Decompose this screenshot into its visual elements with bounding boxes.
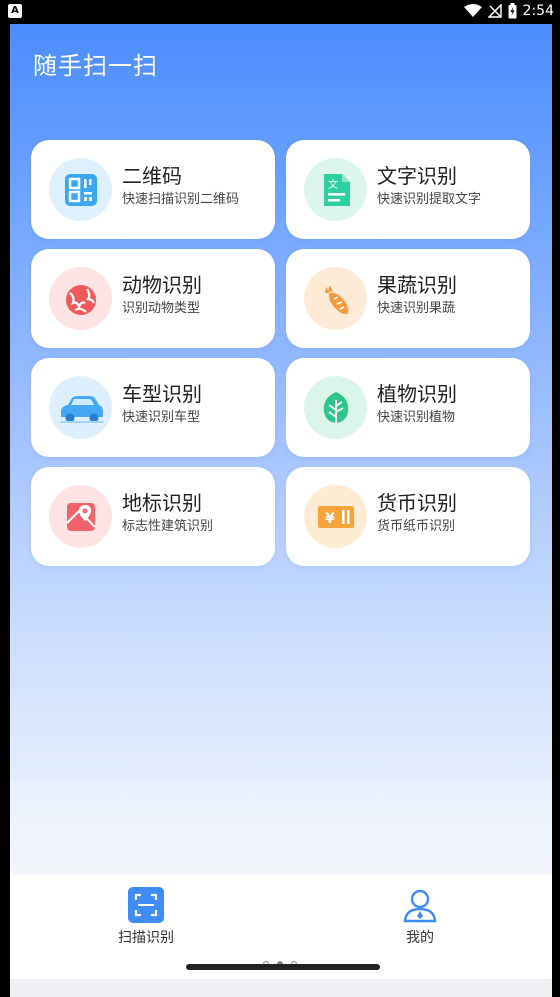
card-subtitle: 快速扫描识别二维码 — [122, 192, 240, 207]
card-subtitle: 快速识别车型 — [122, 410, 201, 425]
tab-scan[interactable]: 扫描识别 — [86, 887, 206, 947]
card-car-recognition[interactable]: 车型识别 快速识别车型 — [31, 358, 275, 457]
card-subtitle: 快速识别提取文字 — [377, 192, 482, 207]
card-text-recognition[interactable]: 文 文字识别 快速识别提取文字 — [286, 140, 530, 239]
map-pin-icon — [49, 485, 112, 548]
svg-text:文: 文 — [328, 178, 338, 191]
signal-icon — [487, 4, 502, 18]
content-footer-band — [10, 780, 552, 875]
card-plant-recognition[interactable]: 植物识别 快速识别植物 — [286, 358, 530, 457]
card-subtitle: 快速识别果蔬 — [377, 301, 456, 316]
card-title: 植物识别 — [377, 382, 457, 406]
feature-grid: 二维码 快速扫描识别二维码 文 文字识别 快速识别提取文字 动物识别 识别动物类… — [31, 140, 531, 566]
gesture-area — [10, 979, 552, 997]
tab-mine[interactable]: 我的 — [360, 887, 480, 947]
status-bar: A 2:54 — [0, 0, 560, 24]
card-subtitle: 快速识别植物 — [377, 410, 456, 425]
user-icon — [403, 889, 437, 923]
page-title: 随手扫一扫 — [33, 52, 158, 80]
card-landmark-recognition[interactable]: 地标识别 标志性建筑识别 — [31, 467, 275, 566]
card-currency-recognition[interactable]: ¥ 货币识别 货币纸币识别 — [286, 467, 530, 566]
card-title: 果蔬识别 — [377, 273, 457, 297]
card-title: 车型识别 — [122, 382, 202, 406]
card-fruit-vegetable-recognition[interactable]: 果蔬识别 快速识别果蔬 — [286, 249, 530, 348]
leaf-icon — [304, 376, 367, 439]
battery-icon — [508, 3, 517, 19]
card-qr-code[interactable]: 二维码 快速扫描识别二维码 — [31, 140, 275, 239]
currency-icon: ¥ — [304, 485, 367, 548]
card-title: 货币识别 — [377, 491, 457, 515]
card-title: 二维码 — [122, 164, 182, 188]
document-text-icon: 文 — [304, 158, 367, 221]
animal-icon — [49, 267, 112, 330]
home-indicator[interactable] — [186, 964, 380, 970]
tab-scan-label: 扫描识别 — [118, 930, 174, 946]
clock: 2:54 — [522, 3, 554, 19]
tab-mine-label: 我的 — [406, 930, 434, 946]
card-title: 地标识别 — [122, 491, 202, 515]
wifi-icon — [463, 4, 482, 17]
car-icon — [49, 376, 112, 439]
notification-badge: A — [8, 4, 22, 18]
card-animal-recognition[interactable]: 动物识别 识别动物类型 — [31, 249, 275, 348]
scan-icon — [128, 887, 164, 923]
carrot-icon — [304, 267, 367, 330]
card-subtitle: 标志性建筑识别 — [122, 519, 214, 534]
card-title: 文字识别 — [377, 164, 457, 188]
app-screen: 随手扫一扫 二维码 快速扫描识别二维码 文 文字识别 快速识别提取文字 动物识别… — [10, 24, 552, 997]
card-subtitle: 识别动物类型 — [122, 301, 201, 316]
card-subtitle: 货币纸币识别 — [377, 519, 456, 534]
card-title: 动物识别 — [122, 273, 202, 297]
qr-code-icon — [49, 158, 112, 221]
svg-text:¥: ¥ — [325, 511, 335, 527]
